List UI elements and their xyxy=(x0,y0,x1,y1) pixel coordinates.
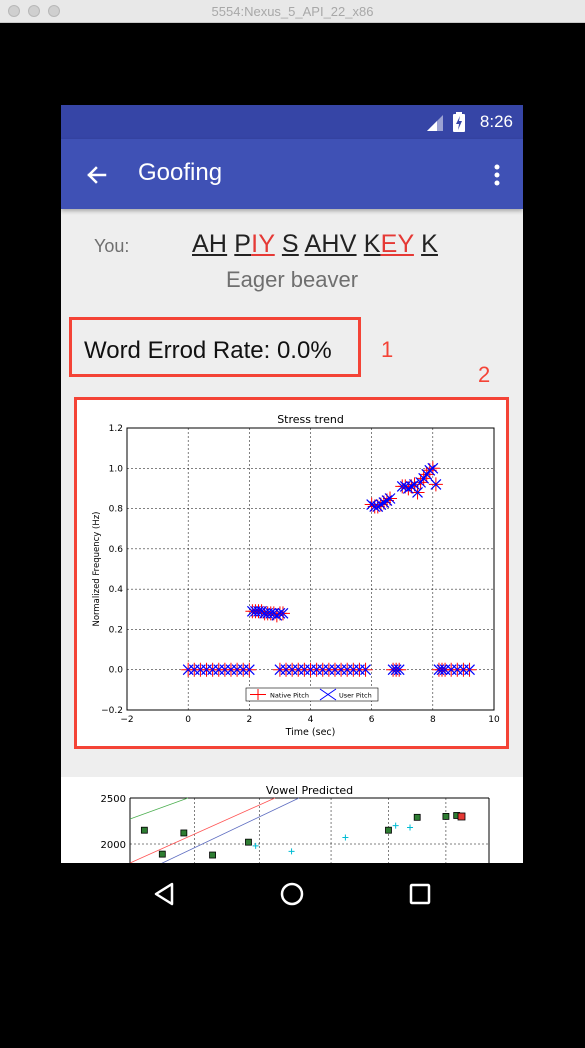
y-tick-label: −0.2 xyxy=(101,706,123,716)
chart-title: Vowel Predicted xyxy=(266,784,353,797)
y-tick-label: 1.2 xyxy=(109,424,123,434)
y-axis-label: Normalized Frequency (Hz) xyxy=(92,511,102,626)
phoneme: P xyxy=(234,230,252,258)
y-tick-label: 0.6 xyxy=(109,545,124,555)
navigation-bar xyxy=(0,863,585,925)
x-axis-label: Time (sec) xyxy=(285,727,336,738)
overflow-menu-button[interactable] xyxy=(485,157,509,193)
x-tick-label: 10 xyxy=(488,715,500,725)
vowel-point xyxy=(413,813,421,821)
phoneme: S xyxy=(281,230,299,258)
x-tick-label: 8 xyxy=(430,715,436,725)
x-tick-label: 2 xyxy=(246,715,252,725)
boundary-line xyxy=(129,797,276,863)
phoneme-error: IY xyxy=(251,230,275,258)
legend-native-label: Native Pitch xyxy=(270,692,309,700)
stress-trend-chart: Stress trend −2 0 2 4 6 8 10 −0.2 0.0 0.2 0.4 0.6 0.8… xyxy=(77,400,506,746)
x-tick-label: 0 xyxy=(185,715,191,725)
emulator-screen: 8:26 Goofing You: AH PIY S AHV KEY K Eag… xyxy=(61,105,523,863)
vowel-predicted-chart: Vowel Predicted 2000 2500 xyxy=(61,777,523,863)
arrow-back-icon xyxy=(87,166,107,184)
vowel-point xyxy=(385,826,392,834)
vowel-plus-point xyxy=(407,824,414,831)
target-phrase: Eager beaver xyxy=(225,267,359,292)
annotation-label-2: 2 xyxy=(478,362,491,387)
vowel-point xyxy=(158,850,166,858)
y-tick-label: 0.4 xyxy=(109,585,124,595)
app-bar: Goofing xyxy=(61,139,523,209)
vowel-point xyxy=(180,829,188,837)
x-tick-label: 4 xyxy=(308,715,314,725)
cell-signal-icon xyxy=(427,115,443,131)
nav-home-icon[interactable] xyxy=(278,880,306,908)
y-tick-label: 2000 xyxy=(101,840,126,851)
vowel-plus-point xyxy=(342,834,349,841)
vowel-point xyxy=(140,826,148,834)
back-button[interactable] xyxy=(79,157,115,193)
phoneme: AHV xyxy=(304,230,357,258)
vowel-point-highlight xyxy=(457,812,466,821)
stress-trend-highlight: Stress trend −2 0 2 4 6 8 10 −0.2 0.0 0.2 0.4 0.6 0.8… xyxy=(74,397,509,749)
nav-back-icon[interactable] xyxy=(150,880,178,908)
speaker-label: You: xyxy=(94,236,130,256)
phoneme: AH xyxy=(192,230,228,258)
y-tick-label: 0.0 xyxy=(109,666,124,676)
x-tick-label: −2 xyxy=(120,715,133,725)
vowel-point xyxy=(209,851,216,859)
window-titlebar: 5554:Nexus_5_API_22_x86 xyxy=(0,0,585,23)
phoneme-transcription: AH PIY S AHV KEY K xyxy=(192,230,438,259)
nav-recents-icon[interactable] xyxy=(406,880,434,908)
y-tick-label: 0.8 xyxy=(109,505,124,515)
phoneme: K xyxy=(421,230,438,258)
vowel-point xyxy=(245,838,252,846)
phoneme: K xyxy=(363,230,381,258)
phoneme-error: EY xyxy=(380,230,414,258)
chart-title: Stress trend xyxy=(277,413,344,426)
y-tick-label: 0.2 xyxy=(109,625,123,635)
y-tick-label: 2500 xyxy=(101,794,126,805)
app-title: Goofing xyxy=(138,159,223,186)
y-tick-label: 1.0 xyxy=(109,464,124,474)
vowel-plus-point xyxy=(252,842,259,849)
vowel-plus-point xyxy=(288,848,295,855)
boundary-line xyxy=(129,797,189,820)
status-bar: 8:26 xyxy=(61,105,523,139)
more-vert-icon xyxy=(494,164,500,186)
vowel-point xyxy=(442,813,450,820)
status-time: 8:26 xyxy=(479,112,513,131)
legend-user-label: User Pitch xyxy=(339,692,372,700)
word-error-rate-highlight: Word Errod Rate: 0.0% xyxy=(69,317,361,377)
battery-icon xyxy=(453,112,465,132)
window-title: 5554:Nexus_5_API_22_x86 xyxy=(211,4,374,19)
vowel-plus-point xyxy=(392,822,399,829)
word-error-rate: Word Errod Rate: 0.0% xyxy=(84,337,332,364)
x-tick-label: 6 xyxy=(369,715,375,725)
chart-legend: Native Pitch User Pitch xyxy=(245,687,379,702)
annotation-label-1: 1 xyxy=(381,337,394,362)
boundary-line xyxy=(161,797,300,863)
